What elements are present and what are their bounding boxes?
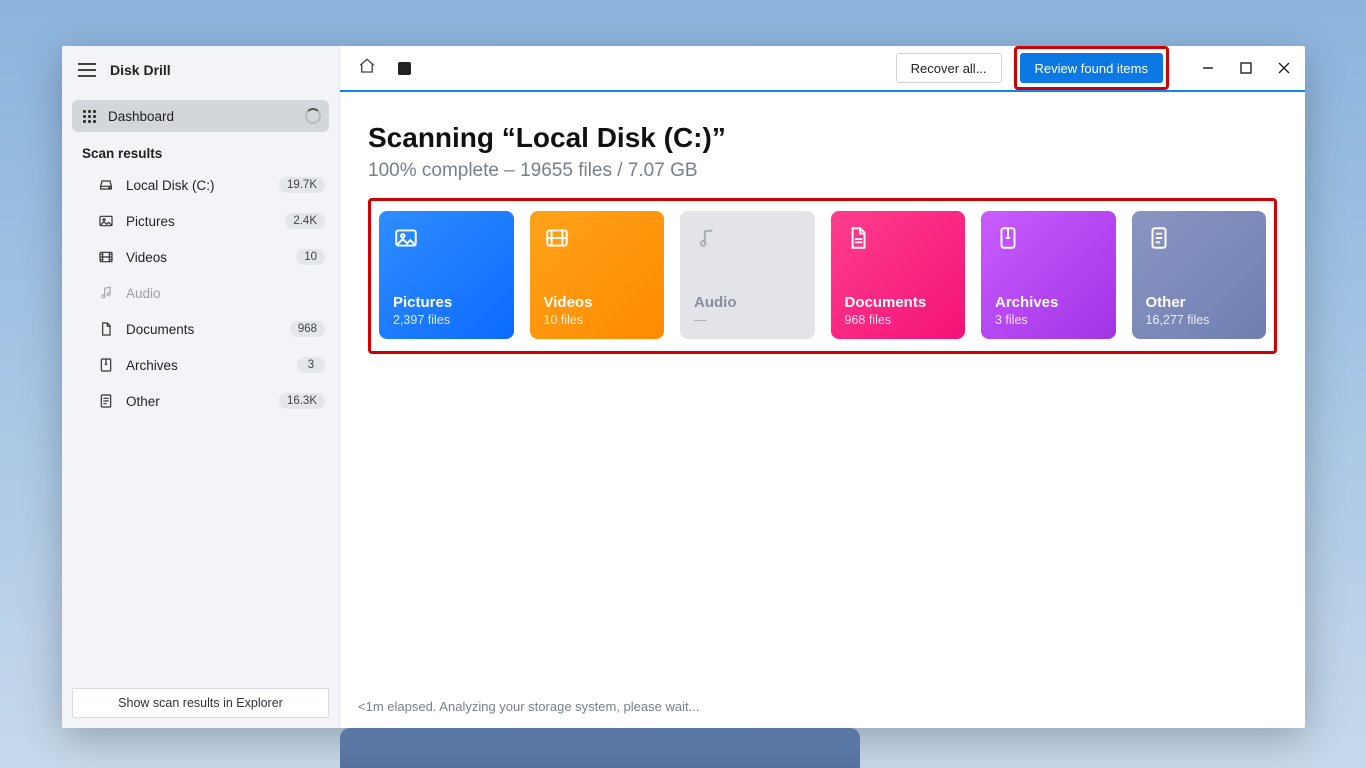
count-badge: 968 [290,321,325,337]
sidebar-item-label: Pictures [126,214,175,229]
audio-icon [694,225,720,251]
card-subtitle: — [694,313,801,327]
image-icon [393,225,419,251]
recover-all-button[interactable]: Recover all... [896,53,1002,83]
count-badge: 19.7K [279,177,325,193]
card-archives[interactable]: Archives 3 files [981,211,1116,339]
sidebar-item-other[interactable]: Other 16.3K [72,383,329,419]
sidebar-footer: Show scan results in Explorer [62,678,339,728]
card-label: Other [1146,294,1253,311]
count-badge: 3 [297,357,325,373]
card-subtitle: 16,277 files [1146,313,1253,327]
category-cards-highlight: Pictures 2,397 files Videos 10 files Audio — D… [368,198,1277,354]
card-documents[interactable]: Documents 968 files [831,211,966,339]
archive-icon [98,357,114,373]
card-other[interactable]: Other 16,277 files [1132,211,1267,339]
topbar-right: Recover all... Review found items [896,46,1293,90]
loading-spinner-icon [305,108,321,124]
page-subtitle: 100% complete – 19655 files / 7.07 GB [368,160,1277,182]
card-subtitle: 10 files [544,313,651,327]
dashboard-icon [82,109,96,123]
sidebar-item-label: Dashboard [108,109,174,124]
sidebar-item-videos[interactable]: Videos 10 [72,239,329,275]
disk-icon [98,177,114,193]
close-icon[interactable] [1275,59,1293,77]
sidebar-item-archives[interactable]: Archives 3 [72,347,329,383]
card-subtitle: 3 files [995,313,1102,327]
sidebar-item-label: Local Disk (C:) [126,178,215,193]
card-subtitle: 968 files [845,313,952,327]
audio-icon [98,285,114,301]
sidebar-item-dashboard[interactable]: Dashboard [72,100,329,132]
video-icon [544,225,570,251]
home-icon[interactable] [358,57,376,80]
sidebar-item-label: Other [126,394,160,409]
other-icon [98,393,114,409]
highlight-review-button: Review found items [1014,46,1169,90]
nav-section: Dashboard [62,94,339,132]
page-title: Scanning “Local Disk (C:)” [368,122,1277,154]
doc-icon [98,321,114,337]
card-pictures[interactable]: Pictures 2,397 files [379,211,514,339]
doc-icon [845,225,871,251]
status-bar: <1m elapsed. Analyzing your storage syst… [340,685,1305,728]
minimize-icon[interactable] [1199,59,1217,77]
card-label: Audio [694,294,801,311]
sidebar-item-label: Archives [126,358,178,373]
topbar-left [358,57,411,80]
sidebar-item-local-disk-c-[interactable]: Local Disk (C:) 19.7K [72,167,329,203]
card-subtitle: 2,397 files [393,313,500,327]
sidebar-item-label: Videos [126,250,167,265]
image-icon [98,213,114,229]
section-title: Scan results [62,132,339,167]
app-title: Disk Drill [110,62,171,78]
window-controls [1199,59,1293,77]
card-audio[interactable]: Audio — [680,211,815,339]
sidebar-item-pictures[interactable]: Pictures 2.4K [72,203,329,239]
content: Scanning “Local Disk (C:)” 100% complete… [340,92,1305,354]
other-icon [1146,225,1172,251]
card-label: Archives [995,294,1102,311]
sidebar-item-label: Audio [126,286,161,301]
video-icon [98,249,114,265]
sidebar-header: Disk Drill [62,46,339,94]
sidebar: Disk Drill Dashboard Scan results Local … [62,46,340,728]
count-badge: 10 [296,249,325,265]
review-found-items-button[interactable]: Review found items [1020,53,1163,83]
count-badge: 2.4K [285,213,325,229]
sidebar-item-label: Documents [126,322,194,337]
count-badge: 16.3K [279,393,325,409]
taskbar-hint [340,728,860,768]
main-panel: Recover all... Review found items Scanni… [340,46,1305,728]
show-in-explorer-button[interactable]: Show scan results in Explorer [72,688,329,718]
menu-icon[interactable] [78,63,96,77]
app-window: Disk Drill Dashboard Scan results Local … [62,46,1305,728]
card-label: Documents [845,294,952,311]
sidebar-item-documents[interactable]: Documents 968 [72,311,329,347]
archive-icon [995,225,1021,251]
scan-results-list: Local Disk (C:) 19.7K Pictures 2.4K Videos 10… [62,167,339,419]
topbar: Recover all... Review found items [340,46,1305,92]
card-label: Pictures [393,294,500,311]
sidebar-item-audio[interactable]: Audio [72,275,329,311]
card-label: Videos [544,294,651,311]
card-videos[interactable]: Videos 10 files [530,211,665,339]
stop-icon[interactable] [398,62,411,75]
maximize-icon[interactable] [1237,59,1255,77]
